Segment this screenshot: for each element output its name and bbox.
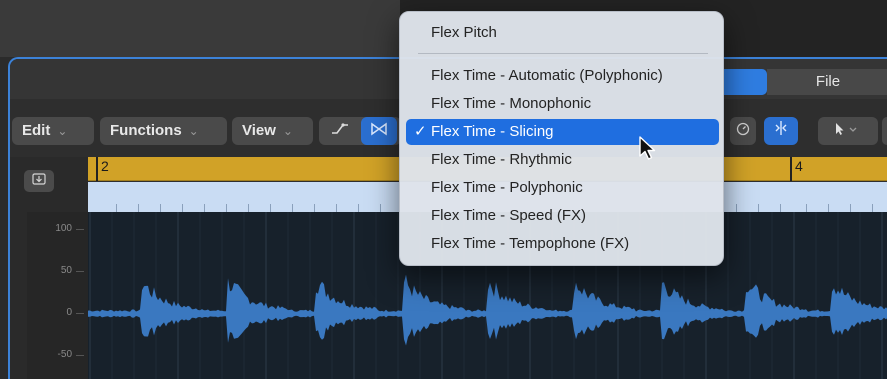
ruler-tick — [292, 204, 293, 212]
scale-label-50: 50 — [60, 265, 72, 276]
chevron-down-icon: ⌄ — [282, 124, 293, 138]
menu-item-flex-time-slicing[interactable]: ✓ Flex Time - Slicing — [406, 119, 719, 145]
chevron-down-icon: ⌄ — [188, 124, 199, 138]
ruler-tick — [736, 204, 737, 212]
checkmark-icon: ✓ — [414, 123, 427, 140]
edit-menu-button[interactable]: Edit ⌄ — [12, 117, 94, 145]
ruler-tick — [226, 204, 227, 212]
bar-marker-2: 2 — [96, 157, 109, 181]
tab-track[interactable] — [722, 69, 767, 95]
scale-label-100: 100 — [55, 223, 72, 234]
scale-tick — [76, 355, 84, 356]
functions-menu-button[interactable]: Functions ⌄ — [100, 117, 227, 145]
view-menu-button[interactable]: View ⌄ — [232, 117, 313, 145]
ruler-tick — [828, 204, 829, 212]
bar-number: 2 — [101, 158, 109, 174]
ruler-tick — [358, 204, 359, 212]
menu-item-flex-time-polyphonic[interactable]: Flex Time - Polyphonic — [406, 175, 719, 201]
menu-item-flex-time-rhythmic[interactable]: Flex Time - Rhythmic — [406, 147, 719, 173]
menu-item-label: Flex Time - Slicing — [431, 123, 554, 140]
mouse-cursor-icon — [639, 136, 656, 160]
scale-tick — [76, 271, 84, 272]
ruler-tick — [336, 204, 337, 212]
scale-label-minus-50: -50 — [57, 349, 72, 360]
ruler-tick — [758, 204, 759, 212]
menu-item-flex-time-monophonic[interactable]: Flex Time - Monophonic — [406, 91, 719, 117]
ruler-tick — [850, 204, 851, 212]
tuner-icon[interactable] — [730, 117, 756, 145]
tab-file[interactable]: File — [767, 69, 887, 95]
edit-label: Edit — [22, 122, 51, 139]
ruler-tick — [248, 204, 249, 212]
ruler-tick — [872, 204, 873, 212]
menu-item-flex-time-speed[interactable]: Flex Time - Speed (FX) — [406, 203, 719, 229]
view-label: View — [242, 122, 276, 139]
functions-label: Functions — [110, 122, 182, 139]
flex-mode-icon[interactable] — [361, 117, 397, 145]
catch-playhead-icon[interactable] — [24, 170, 54, 192]
ruler-tick — [138, 204, 139, 212]
ruler-tick — [380, 204, 381, 212]
track-header-column: 100 50 0 -50 — [10, 157, 88, 379]
flex-marker-icon[interactable] — [764, 117, 798, 145]
scale-tick — [76, 229, 84, 230]
waveform-shape — [88, 274, 887, 346]
menu-item-flex-time-automatic[interactable]: Flex Time - Automatic (Polyphonic) — [406, 63, 719, 89]
amplitude-scale: 100 50 0 -50 — [27, 212, 88, 379]
menu-item-flex-time-tempophone[interactable]: Flex Time - Tempophone (FX) — [406, 231, 719, 257]
ruler-tick — [314, 204, 315, 212]
menu-divider — [418, 53, 708, 54]
ruler-tick — [204, 204, 205, 212]
ruler-tick — [182, 204, 183, 212]
menu-item-flex-pitch[interactable]: Flex Pitch — [406, 20, 719, 46]
tool-menu-partial[interactable] — [882, 117, 887, 145]
ruler-tick — [806, 204, 807, 212]
pointer-tool-icon[interactable] — [818, 117, 878, 145]
flex-mode-menu: Flex Pitch Flex Time - Automatic (Polyph… — [399, 11, 724, 266]
chevron-down-icon: ⌄ — [57, 124, 68, 138]
scale-tick — [76, 313, 84, 314]
ruler-tick — [116, 204, 117, 212]
ruler-tick — [270, 204, 271, 212]
scale-label-0: 0 — [66, 307, 72, 318]
bar-number: 4 — [795, 158, 803, 174]
ruler-tick — [160, 204, 161, 212]
ruler-tick — [780, 204, 781, 212]
automation-curve-icon[interactable] — [321, 117, 359, 145]
bar-marker-4: 4 — [790, 157, 803, 181]
